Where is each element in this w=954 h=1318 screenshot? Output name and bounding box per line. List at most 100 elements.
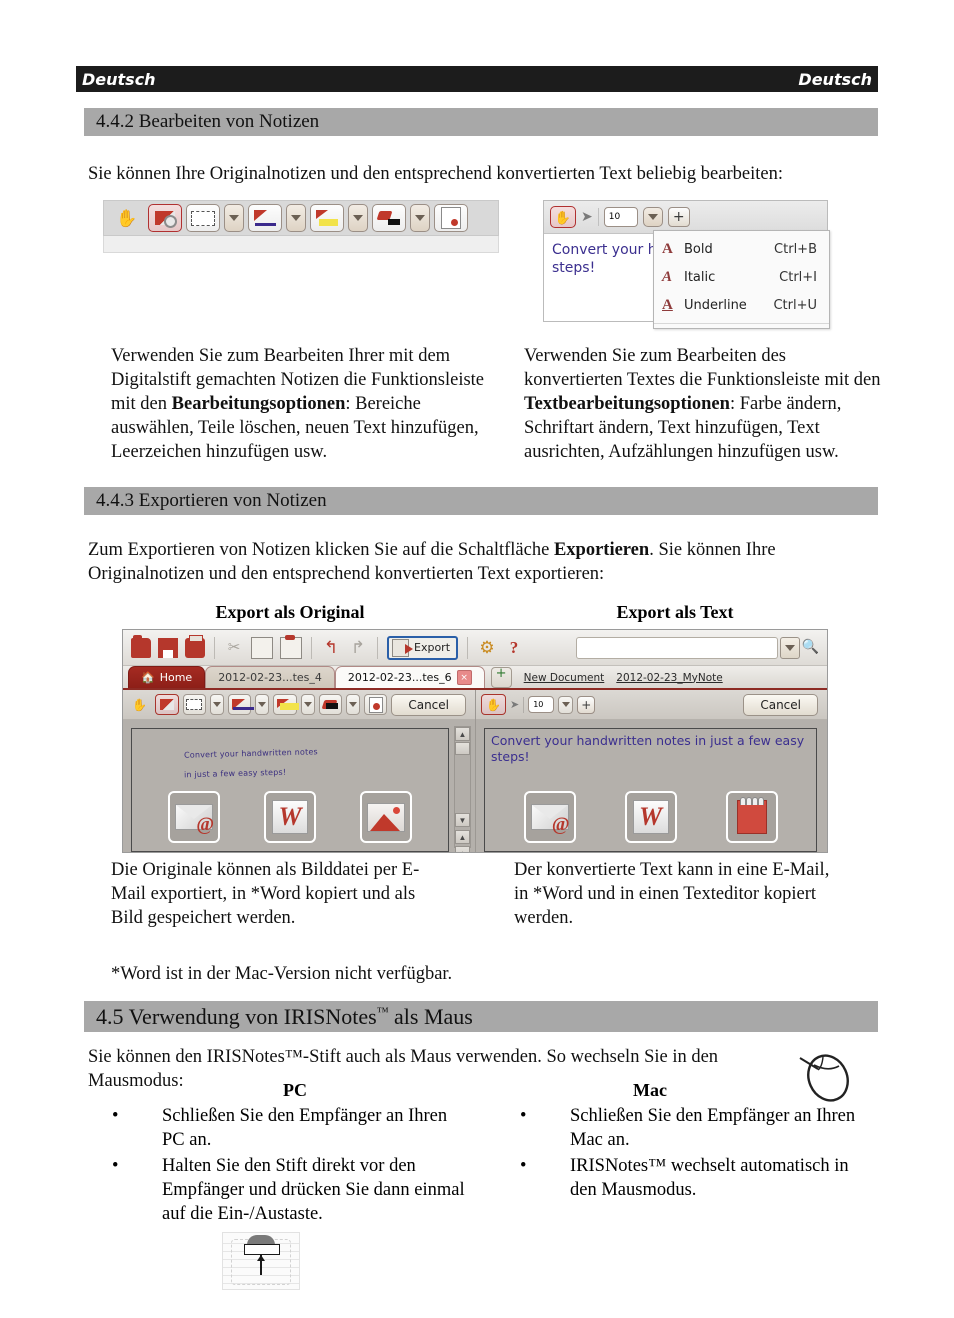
hand-icon[interactable]: ✋ <box>128 694 151 715</box>
pen-icon[interactable] <box>227 694 255 715</box>
caption-export-original: Export als Original <box>215 602 365 622</box>
chevron-down-icon[interactable] <box>300 694 315 715</box>
converted-export-icons: @ W <box>485 791 816 843</box>
pane-converted: ✋ ➤ 10 + Cancel Convert your handwritten… <box>476 690 827 852</box>
pointer-cursor-icon[interactable]: ➤ <box>510 698 519 711</box>
note-edit-icon[interactable] <box>434 204 468 232</box>
eraser-icon[interactable] <box>372 204 406 232</box>
add-format-button[interactable]: + <box>667 207 690 227</box>
settings-area-icon[interactable] <box>155 694 179 715</box>
email-export-icon[interactable]: @ <box>168 791 220 843</box>
computer-mouse-icon <box>792 1048 854 1102</box>
running-header-right: Deutsch <box>798 69 872 89</box>
close-icon[interactable]: × <box>456 670 472 685</box>
scroll-down-icon[interactable]: ▼ <box>455 813 470 827</box>
hand-icon[interactable]: ✋ <box>481 694 506 715</box>
open-folder-icon[interactable] <box>131 634 151 658</box>
highlighter-icon[interactable] <box>273 694 300 715</box>
app-panes: ✋ Cancel Convert your handwritten notes … <box>123 690 827 852</box>
chevron-down-icon[interactable] <box>779 636 800 659</box>
original-canvas[interactable]: Convert your handwritten notes in just a… <box>123 720 475 852</box>
figure-editing-toolbar: ✋ <box>103 200 499 253</box>
toolbar-divider <box>311 636 312 659</box>
notepad-export-icon[interactable] <box>725 791 778 843</box>
scroll-thumb[interactable] <box>455 742 470 755</box>
tab-home[interactable]: 🏠 Home <box>128 666 206 688</box>
undo-icon[interactable]: ↰ <box>321 638 341 658</box>
word-export-icon[interactable]: W <box>624 791 677 843</box>
add-format-button[interactable]: + <box>577 695 596 714</box>
toolbar-divider <box>214 636 215 659</box>
hand-icon[interactable]: ✋ <box>550 206 576 228</box>
link-new-document[interactable]: New Document <box>524 672 605 684</box>
select-rect-icon[interactable] <box>182 694 206 715</box>
format-dropdown-menu[interactable]: A Bold Ctrl+B A Italic Ctrl+I A Underlin… <box>653 230 830 329</box>
page-prev-icon[interactable]: ▲ <box>455 846 470 852</box>
font-size-input[interactable]: 10 <box>528 696 555 713</box>
image-export-icon[interactable] <box>360 791 412 843</box>
chevron-down-icon[interactable] <box>224 204 244 232</box>
bullet-list-pc: • Schließen Sie den Empfänger an Ihren P… <box>104 1104 474 1228</box>
scroll-up-icon[interactable]: ▲ <box>455 727 470 741</box>
redo-icon[interactable]: ↱ <box>348 638 368 658</box>
menu-item-bold[interactable]: A Bold Ctrl+B <box>654 235 829 263</box>
menu-item-italic[interactable]: A Italic Ctrl+I <box>654 263 829 291</box>
note-edit-icon[interactable] <box>364 694 388 715</box>
email-export-icon[interactable]: @ <box>523 791 576 843</box>
new-document-icon[interactable] <box>490 666 512 688</box>
link-mynote[interactable]: 2012-02-23_MyNote <box>616 672 722 684</box>
print-icon[interactable] <box>185 634 205 658</box>
help-icon[interactable]: ? <box>504 638 524 658</box>
chevron-down-icon[interactable] <box>286 204 306 232</box>
eraser-icon[interactable] <box>318 694 342 715</box>
menu-separator <box>654 323 829 324</box>
handwriting-line-1: Convert your handwritten notes <box>183 747 318 760</box>
settings-area-icon[interactable] <box>148 204 182 232</box>
column-title-pc: PC <box>283 1080 307 1100</box>
chevron-down-icon[interactable] <box>558 695 574 714</box>
pen-icon[interactable] <box>248 204 282 232</box>
save-icon[interactable] <box>158 637 178 658</box>
copy-icon[interactable] <box>251 636 273 659</box>
chevron-down-icon[interactable] <box>348 204 368 232</box>
settings-gear-icon[interactable]: ⚙ <box>477 638 497 658</box>
converted-text[interactable]: Convert your handwritten notes in just a… <box>491 733 810 766</box>
cancel-button-converted[interactable]: Cancel <box>743 693 818 716</box>
highlighter-icon[interactable] <box>310 204 344 232</box>
app-tab-strip[interactable]: 🏠 Home 2012-02-23...tes_4 2012-02-23...t… <box>123 666 827 690</box>
original-panel-toolbar[interactable]: ✋ Cancel <box>123 690 475 720</box>
export-button[interactable]: Export <box>387 635 459 660</box>
tab-note-6[interactable]: 2012-02-23...tes_6 × <box>334 666 485 688</box>
list-item: • IRISNotes™ wechselt automatisch in den… <box>512 1154 862 1202</box>
select-rect-icon[interactable] <box>186 204 220 232</box>
page-up-icon[interactable]: ▲ <box>455 830 470 844</box>
bullet-marker: • <box>520 1156 527 1177</box>
tab-note-4[interactable]: 2012-02-23...tes_4 <box>205 666 335 688</box>
chevron-down-icon[interactable] <box>255 694 270 715</box>
up-arrow-icon <box>257 1255 264 1275</box>
pointer-cursor-icon[interactable]: ➤ <box>581 209 593 226</box>
chevron-down-icon[interactable] <box>410 204 430 232</box>
search-icon[interactable]: 🔍 <box>802 639 819 656</box>
chevron-down-icon[interactable] <box>642 207 663 227</box>
cancel-button-original[interactable]: Cancel <box>391 693 466 716</box>
search-input[interactable] <box>575 636 778 659</box>
italic-icon: A <box>662 268 673 285</box>
word-export-icon[interactable]: W <box>264 791 316 843</box>
hand-icon[interactable]: ✋ <box>110 204 144 232</box>
font-size-input[interactable]: 10 <box>603 207 638 227</box>
search-area[interactable]: 🔍 <box>575 636 819 659</box>
running-header: Deutsch Deutsch <box>76 66 878 92</box>
document-links[interactable]: New Document 2012-02-23_MyNote <box>485 666 723 688</box>
converted-panel-toolbar[interactable]: ✋ ➤ 10 + Cancel <box>476 690 827 720</box>
original-scrollbar[interactable]: ▲ ▼ ▲ ▲ <box>454 726 471 852</box>
cut-icon[interactable]: ✂ <box>224 638 244 658</box>
section-heading-442-label: 4.4.2 Bearbeiten von Notizen <box>96 111 320 132</box>
chevron-down-icon[interactable] <box>345 694 360 715</box>
menu-item-underline[interactable]: A Underline Ctrl+U <box>654 291 829 319</box>
app-toolbar[interactable]: ✂ ↰ ↱ Export ⚙ ? 🔍 <box>123 630 827 666</box>
paste-icon[interactable] <box>280 634 302 659</box>
editing-toolbar[interactable]: ✋ <box>103 200 499 236</box>
converted-canvas[interactable]: Convert your handwritten notes in just a… <box>476 720 827 852</box>
chevron-down-icon[interactable] <box>209 694 224 715</box>
